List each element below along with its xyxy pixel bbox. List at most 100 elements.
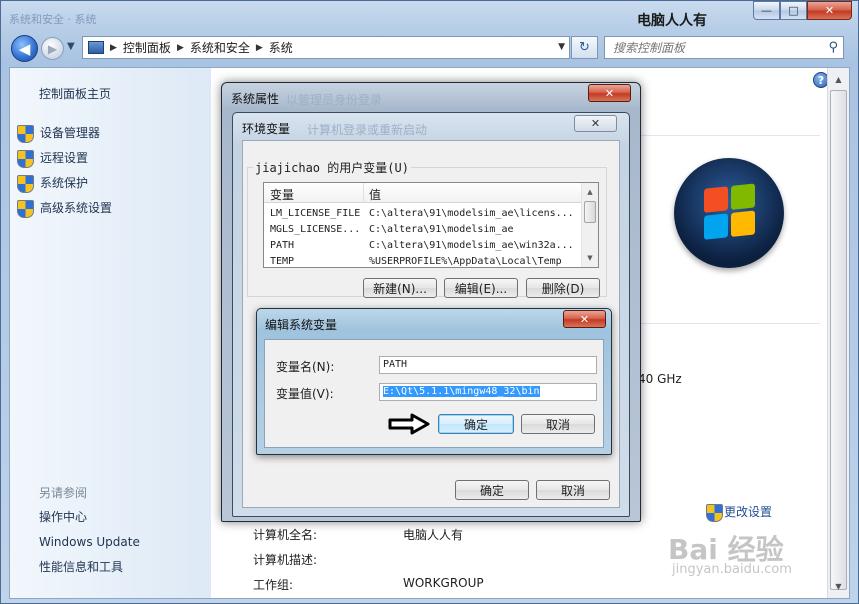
var-value: %USERPROFILE%\AppData\Local\Temp [369,256,562,267]
ok-button[interactable]: 确定 [455,480,529,500]
variable-name-input[interactable]: PATH [379,356,597,374]
address-bar[interactable]: ▶ 控制面板 ▶ 系统和安全 ▶ 系统 ▼ [82,36,570,59]
list-item[interactable]: LM_LICENSE_FILE C:\altera\91\modelsim_ae… [264,208,582,224]
windows-update-link[interactable]: Windows Update [39,530,140,555]
caption-buttons: — □ ✕ [753,1,852,20]
variable-value-input[interactable]: E:\Qt\5.1.1\mingw48_32\bin [379,383,597,401]
var-name: LM_LICENSE_FILE [270,208,361,219]
cancel-button[interactable]: 取消 [536,480,610,500]
windows-flag-icon [704,183,758,243]
link-label: 高级系统设置 [40,201,113,215]
left-pane: 控制面板主页 设备管理器 远程设置 系统保护 高级系统设置 另请参阅 操作中心 … [10,68,211,598]
history-dropdown-icon[interactable]: ▼ [67,41,75,52]
list-item[interactable]: MGLS_LICENSE... C:\altera\91\modelsim_ae [264,224,582,240]
close-icon[interactable]: ✕ [574,115,617,132]
dialog-ghost-text: 计算机登录或重新启动 [307,123,428,137]
see-also-heading: 另请参阅 [39,486,88,500]
var-value: C:\altera\91\modelsim_ae\win32a... [369,240,574,251]
search-icon[interactable]: ⚲ [828,40,838,55]
refresh-icon[interactable]: ↻ [571,36,598,59]
info-key: 计算机描述: [253,553,318,567]
user-variables-list[interactable]: 变量 值 LM_LICENSE_FILE C:\altera\91\models… [263,182,599,268]
var-value: C:\altera\91\modelsim_ae [369,224,514,235]
dialog-title: 系统属性 [231,92,280,106]
var-name: MGLS_LICENSE... [270,224,361,235]
close-icon[interactable]: ✕ [588,84,631,102]
breadcrumb-system[interactable]: 系统 [269,39,293,56]
title-bar: 系统和安全 · 系统 电脑人人有 — □ ✕ [1,1,858,31]
change-settings-link[interactable]: 更改设置 [706,503,772,522]
chevron-right-icon[interactable]: ▶ [177,43,184,53]
uac-shield-icon [17,149,34,168]
edit-system-variable-dialog: 编辑系统变量 ✕ 变量名(N): PATH 变量值(V): E:\Qt\5.1.… [256,308,612,455]
breadcrumb-control-panel[interactable]: 控制面板 [123,39,171,56]
system-protection-link[interactable]: 系统保护 [17,170,112,195]
dialog-ghost-text: 以管理员身份登录 [286,93,383,107]
scroll-up-icon[interactable]: ▲ [830,71,847,88]
scroll-down-icon[interactable]: ▼ [830,578,847,595]
control-panel-home-link[interactable]: 控制面板主页 [39,85,111,102]
variable-value-label: 变量值(V): [276,387,334,401]
list-item[interactable]: PATH C:\altera\91\modelsim_ae\win32a... [264,240,582,256]
var-name: TEMP [270,256,295,267]
action-center-link[interactable]: 操作中心 [39,505,140,530]
baidu-watermark-url: jingyan.baidu.com [672,562,792,577]
control-panel-icon [88,41,104,54]
processor-speed-fragment: 40 GHz [638,372,682,386]
edit-variable-button[interactable]: 编辑(E)... [444,278,518,298]
divider [630,323,820,324]
close-button[interactable]: ✕ [807,1,852,20]
navigation-bar: ◀ ▶ ▼ ▶ 控制面板 ▶ 系统和安全 ▶ 系统 ▼ ↻ ⚲ [1,31,858,65]
search-input[interactable] [605,37,815,58]
link-label: 系统保护 [40,176,89,190]
list-item[interactable]: TEMP %USERPROFILE%\AppData\Local\Temp [264,256,582,267]
performance-tools-link[interactable]: 性能信息和工具 [39,555,140,580]
scroll-down-icon[interactable]: ▼ [582,250,598,266]
scrollbar-thumb[interactable] [584,201,596,223]
chevron-right-icon[interactable]: ▶ [256,43,263,53]
address-dropdown-icon[interactable]: ▼ [558,42,565,52]
task-links: 设备管理器 远程设置 系统保护 高级系统设置 [17,120,112,220]
dialog-title: 环境变量 [242,122,291,136]
breadcrumb-system-security[interactable]: 系统和安全 [190,39,250,56]
vertical-scrollbar[interactable]: ▲ ▼ [827,68,849,598]
window-title: 电脑人人有 [637,13,707,29]
column-header-value[interactable]: 值 [369,186,381,203]
cancel-button[interactable]: 取消 [521,414,595,434]
var-value: C:\altera\91\modelsim_ae\licens... [369,208,574,219]
back-arrow-icon[interactable]: ◀ [11,35,38,62]
scroll-up-icon[interactable]: ▲ [582,184,598,200]
chevron-right-icon[interactable]: ▶ [110,43,117,53]
uac-shield-icon [17,174,34,193]
scrollbar-thumb[interactable] [830,90,847,590]
info-value: 电脑人人有 [403,528,464,542]
list-scrollbar[interactable]: ▲ ▼ [581,183,598,267]
divider [630,135,820,136]
column-divider[interactable] [363,183,364,203]
close-icon[interactable]: ✕ [563,310,606,328]
maximize-button[interactable]: □ [780,1,807,20]
advanced-system-settings-link[interactable]: 高级系统设置 [17,195,112,220]
link-label: 设备管理器 [40,126,101,140]
arrow-pointer-icon [388,413,430,435]
forward-arrow-icon[interactable]: ▶ [41,37,64,60]
new-variable-button[interactable]: 新建(N)... [363,278,437,298]
dialog-title: 编辑系统变量 [265,318,338,332]
selected-text: E:\Qt\5.1.1\mingw48_32\bin [383,386,540,397]
var-name: PATH [270,240,295,251]
user-variables-label: jiajichao 的用户变量(U) [253,159,411,176]
device-manager-link[interactable]: 设备管理器 [17,120,112,145]
delete-variable-button[interactable]: 删除(D) [526,278,600,298]
uac-shield-icon [17,199,34,218]
info-key: 工作组: [253,578,294,592]
ok-button[interactable]: 确定 [438,414,514,434]
see-also-links: 操作中心 Windows Update 性能信息和工具 [39,505,140,580]
remote-settings-link[interactable]: 远程设置 [17,145,112,170]
column-header-name[interactable]: 变量 [270,186,294,203]
minimize-button[interactable]: — [753,1,780,20]
windows-logo-icon [674,158,784,268]
uac-shield-icon [706,503,723,522]
search-box[interactable]: ⚲ [604,36,844,59]
list-header: 变量 值 [264,183,582,203]
link-label: 远程设置 [40,151,89,165]
